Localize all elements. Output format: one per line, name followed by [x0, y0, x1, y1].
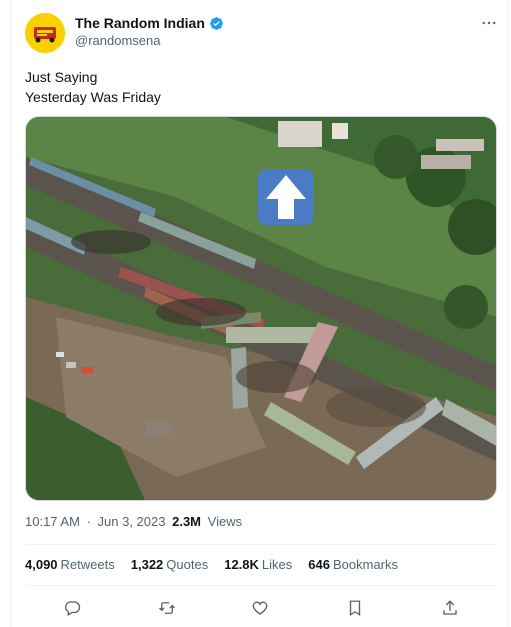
retweet-button[interactable]: [155, 596, 179, 620]
tweet-date[interactable]: Jun 3, 2023: [98, 514, 166, 529]
quotes-label: Quotes: [166, 557, 209, 572]
divider-bottom: [25, 585, 497, 586]
tweet-stats: 4,090 Retweets 1,322 Quotes 12.8K Likes 646…: [25, 557, 398, 572]
share-button[interactable]: [438, 596, 462, 620]
display-name[interactable]: The Random Indian: [75, 15, 205, 31]
bookmarks-stat[interactable]: 646 Bookmarks: [308, 557, 398, 572]
bookmarks-label: Bookmarks: [332, 557, 399, 572]
likes-label: Likes: [261, 557, 293, 572]
reply-button[interactable]: [60, 596, 84, 620]
retweet-icon: [159, 602, 175, 614]
retweets-stat[interactable]: 4,090 Retweets: [25, 557, 115, 572]
tweet-actions: [25, 596, 497, 620]
reply-icon: [65, 601, 81, 616]
likes-count: 12.8K: [224, 557, 259, 572]
heart-icon: [252, 601, 268, 615]
meta-separator: ·: [86, 514, 91, 529]
author-handle[interactable]: @randomsena: [75, 33, 160, 48]
retweets-label: Retweets: [60, 557, 115, 572]
tweet-text: Just Saying Yesterday Was Friday: [25, 67, 161, 107]
quotes-count: 1,322: [130, 557, 164, 572]
divider-top: [25, 544, 497, 545]
avatar[interactable]: [25, 13, 65, 53]
tweet-time[interactable]: 10:17 AM: [25, 514, 80, 529]
more-options-icon[interactable]: [478, 12, 500, 34]
views-label: Views: [207, 514, 243, 529]
tweet-card: The Random Indian @randomsena Just Sayin…: [0, 0, 511, 627]
aerial-photo-train-derailment: [26, 117, 496, 500]
like-button[interactable]: [248, 596, 272, 620]
share-icon: [443, 600, 457, 615]
tweet-meta: 10:17 AM · Jun 3, 2023 2.3M Views: [25, 514, 242, 529]
author-name-row: The Random Indian: [75, 15, 224, 31]
right-border: [508, 0, 509, 627]
left-border: [10, 0, 11, 627]
likes-stat[interactable]: 12.8K Likes: [224, 557, 292, 572]
bookmark-button[interactable]: [343, 596, 367, 620]
tweet-media-photo[interactable]: [25, 116, 497, 501]
verified-badge-icon: [209, 16, 224, 31]
retweets-count: 4,090: [25, 557, 58, 572]
bookmark-icon: [349, 600, 361, 617]
tweet-text-line-1: Just Saying: [25, 69, 98, 85]
quotes-stat[interactable]: 1,322 Quotes: [131, 557, 208, 572]
bookmarks-count: 646: [308, 557, 330, 572]
views-count: 2.3M: [172, 514, 202, 529]
tweet-text-line-2: Yesterday Was Friday: [25, 89, 161, 105]
